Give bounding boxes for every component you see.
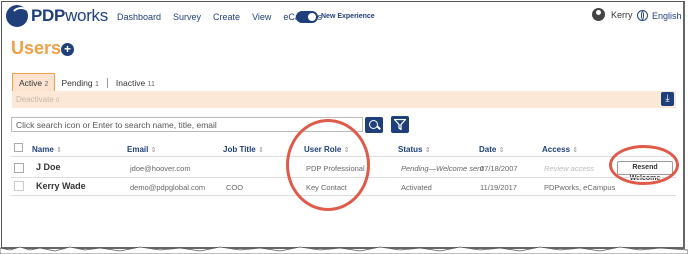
user-name: Kerry — [611, 9, 633, 20]
nav-dashboard[interactable]: Dashboard — [117, 12, 161, 22]
status-cell: Pending—Welcome sent — [401, 164, 484, 173]
user-name-cell[interactable]: Kerry Wade — [36, 181, 86, 191]
nav-survey[interactable]: Survey — [173, 12, 201, 22]
language-selector[interactable]: English — [637, 10, 682, 21]
col-name[interactable]: Name ⇕ — [32, 145, 62, 156]
sort-icon: ⇕ — [56, 147, 62, 154]
tab-active[interactable]: Active 2 — [12, 73, 56, 92]
sort-icon: ⇕ — [424, 147, 431, 154]
pdpworks-logo[interactable]: PDPworks — [6, 5, 108, 27]
deactivate-button[interactable]: Deactivate 0 — [16, 95, 59, 104]
job-title-cell: COO — [226, 183, 244, 192]
sort-icon: ⇕ — [150, 147, 157, 154]
download-button[interactable]: ⤓ — [661, 92, 674, 106]
download-icon: ⤓ — [665, 93, 670, 104]
col-access[interactable]: Access ⇕ — [542, 145, 578, 156]
select-all-checkbox[interactable] — [14, 143, 23, 152]
date-cell: 11/19/2017 — [480, 183, 517, 192]
torn-edge-decoration — [0, 246, 688, 254]
nav-view[interactable]: View — [252, 12, 271, 22]
main-nav: Dashboard Survey Create View eCampus — [117, 12, 322, 22]
filter-button[interactable] — [391, 116, 409, 133]
date-cell: 07/18/2007 — [480, 164, 518, 173]
new-experience-toggle[interactable] — [296, 11, 318, 23]
language-label: English — [652, 10, 682, 21]
globe-icon — [637, 10, 648, 21]
email-cell: jdoe@hoover.com — [130, 164, 191, 173]
tab-pending[interactable]: Pending 1 — [55, 74, 104, 92]
col-date[interactable]: Date ⇕ — [479, 145, 504, 156]
logo-text: PDPworks — [31, 6, 108, 25]
tab-divider — [106, 77, 108, 88]
user-tabs: Active 2 Pending 1 Inactive 11 — [12, 73, 161, 92]
status-cell: Activated — [401, 183, 432, 192]
access-cell: PDPworks, eCampus — [544, 183, 616, 192]
user-role-highlight-ring — [286, 119, 370, 211]
row-checkbox[interactable] — [14, 163, 24, 173]
user-avatar-icon — [592, 8, 605, 21]
user-menu[interactable]: Kerry — [592, 8, 633, 21]
col-job-title[interactable]: Job Title ⇕ — [223, 145, 264, 156]
nav-create[interactable]: Create — [213, 12, 240, 22]
tab-inactive[interactable]: Inactive 11 — [110, 74, 161, 92]
resend-welcome-highlight-ring — [609, 145, 679, 185]
row-checkbox[interactable] — [14, 181, 24, 191]
sort-icon: ⇕ — [572, 147, 579, 154]
search-icon[interactable] — [365, 117, 383, 133]
page-title: Users — [11, 38, 62, 58]
email-cell: demo@pdpglobal.com — [130, 183, 206, 192]
col-status[interactable]: Status ⇕ — [398, 145, 431, 156]
access-cell: Review access — [544, 164, 595, 173]
sort-icon: ⇕ — [498, 147, 505, 154]
sort-icon: ⇕ — [257, 147, 264, 154]
user-name-cell[interactable]: J Doe — [36, 162, 61, 172]
logo-globe-icon — [6, 5, 28, 27]
add-user-button[interactable]: + — [61, 43, 74, 56]
new-experience-label: New Experience — [321, 13, 375, 20]
filter-icon — [394, 119, 406, 130]
bulk-action-bar: Deactivate 0 — [12, 91, 676, 108]
col-email[interactable]: Email ⇕ — [127, 145, 156, 156]
